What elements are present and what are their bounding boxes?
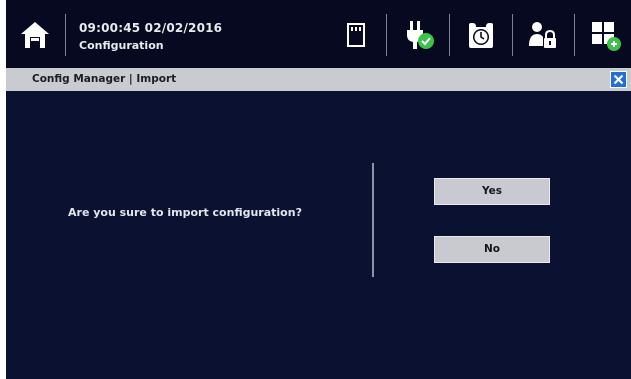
top-bar: 09:00:45 02/02/2016 Configuration [6, 0, 631, 70]
dialog-title-bar: Config Manager | Import [6, 68, 631, 91]
power-plug-check-icon[interactable] [401, 18, 435, 52]
screen-name-label: Configuration [79, 39, 164, 52]
separator [65, 14, 66, 56]
confirm-question: Are you sure to import configuration? [68, 206, 302, 219]
separator [574, 14, 575, 56]
separator [449, 14, 450, 56]
datetime-label: 09:00:45 02/02/2016 [79, 21, 223, 35]
yes-button[interactable]: Yes [434, 178, 550, 205]
dialog-title: Config Manager | Import [32, 73, 177, 85]
alarm-clock-icon[interactable] [464, 18, 498, 52]
separator [386, 14, 387, 56]
divider [372, 163, 374, 277]
user-lock-icon[interactable] [526, 18, 560, 52]
close-button[interactable] [610, 71, 627, 88]
no-button[interactable]: No [434, 236, 550, 263]
home-icon[interactable] [18, 18, 52, 52]
close-icon [613, 74, 624, 85]
sd-card-icon[interactable] [339, 18, 373, 52]
screen: 09:00:45 02/02/2016 Configuration Config… [6, 0, 631, 379]
separator [512, 14, 513, 56]
layout-grid-icon[interactable] [588, 18, 622, 52]
